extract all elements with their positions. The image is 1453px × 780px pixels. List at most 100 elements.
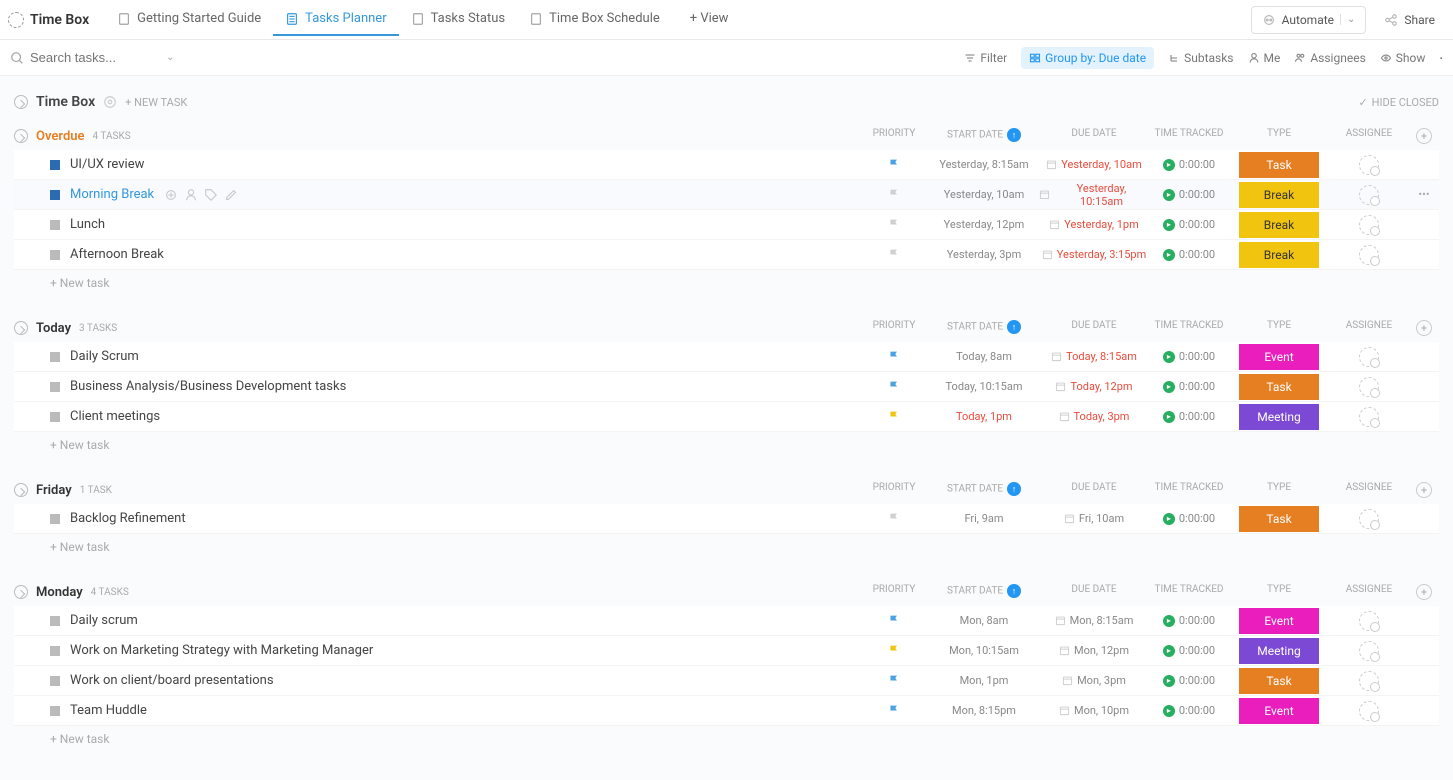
time-cell[interactable]: ▸0:00:00 (1149, 614, 1229, 627)
col-assignee[interactable]: ASSIGNEE (1329, 584, 1409, 600)
due-date-cell[interactable]: Yesterday, 10:15am (1039, 182, 1149, 208)
type-cell[interactable]: Event (1229, 608, 1329, 634)
assignee-placeholder-icon[interactable] (1359, 347, 1379, 367)
col-type[interactable]: TYPE (1229, 584, 1329, 600)
col-start-date[interactable]: START DATE↑ (929, 320, 1039, 336)
due-date-cell[interactable]: Yesterday, 3:15pm (1039, 248, 1149, 261)
flag-icon[interactable] (888, 188, 901, 201)
assignee-cell[interactable] (1329, 245, 1409, 265)
show-button[interactable]: Show (1380, 51, 1426, 65)
time-cell[interactable]: ▸0:00:00 (1149, 218, 1229, 231)
task-name[interactable]: Afternoon Break (70, 247, 164, 262)
task-row[interactable]: Daily Scrum Today, 8am Today, 8:15am ▸0:… (14, 342, 1439, 372)
assignee-cell[interactable] (1329, 407, 1409, 427)
flag-icon[interactable] (888, 380, 901, 393)
priority-cell[interactable] (859, 218, 929, 231)
edit-icon[interactable] (224, 188, 238, 202)
time-cell[interactable]: ▸0:00:00 (1149, 380, 1229, 393)
add-column-button[interactable]: + (1416, 482, 1432, 498)
priority-cell[interactable] (859, 704, 929, 717)
automate-button[interactable]: Automate ⌄ (1251, 6, 1367, 34)
due-date-cell[interactable]: Yesterday, 10am (1039, 158, 1149, 171)
task-row[interactable]: Work on Marketing Strategy with Marketin… (14, 636, 1439, 666)
assign-icon[interactable] (184, 188, 198, 202)
priority-cell[interactable] (859, 158, 929, 171)
flag-icon[interactable] (888, 614, 901, 627)
task-name[interactable]: Team Huddle (70, 703, 147, 718)
status-square[interactable] (50, 382, 60, 392)
task-row[interactable]: Afternoon Break Yesterday, 3pm Yesterday… (14, 240, 1439, 270)
me-button[interactable]: Me (1248, 51, 1281, 65)
type-cell[interactable]: Break (1229, 242, 1329, 268)
status-square[interactable] (50, 646, 60, 656)
col-assignee[interactable]: ASSIGNEE (1329, 482, 1409, 498)
task-row[interactable]: Client meetings Today, 1pm Today, 3pm ▸0… (14, 402, 1439, 432)
play-icon[interactable]: ▸ (1163, 351, 1175, 363)
start-date-cell[interactable]: Yesterday, 12pm (929, 218, 1039, 231)
type-cell[interactable]: Break (1229, 212, 1329, 238)
col-priority[interactable]: PRIORITY (859, 482, 929, 498)
task-row[interactable]: UI/UX review Yesterday, 8:15am Yesterday… (14, 150, 1439, 180)
flag-icon[interactable] (888, 704, 901, 717)
due-date-cell[interactable]: Fri, 10am (1039, 512, 1149, 525)
flag-icon[interactable] (888, 644, 901, 657)
tab-tasks-planner[interactable]: Tasks Planner (273, 3, 398, 36)
play-icon[interactable]: ▸ (1163, 159, 1175, 171)
task-row[interactable]: Daily scrum Mon, 8am Mon, 8:15am ▸0:00:0… (14, 606, 1439, 636)
share-button[interactable]: Share (1374, 7, 1445, 33)
time-cell[interactable]: ▸0:00:00 (1149, 512, 1229, 525)
new-task-row[interactable]: + New task (14, 726, 1439, 752)
type-cell[interactable]: Event (1229, 698, 1329, 724)
collapse-icon[interactable] (14, 129, 28, 143)
status-square[interactable] (50, 616, 60, 626)
col-type[interactable]: TYPE (1229, 320, 1329, 336)
assignee-placeholder-icon[interactable] (1359, 671, 1379, 691)
time-cell[interactable]: ▸0:00:00 (1149, 248, 1229, 261)
tab-getting-started-guide[interactable]: Getting Started Guide (105, 3, 273, 36)
play-icon[interactable]: ▸ (1163, 705, 1175, 717)
assignee-cell[interactable] (1329, 509, 1409, 529)
priority-cell[interactable] (859, 188, 929, 201)
task-name[interactable]: Lunch (70, 217, 105, 232)
task-row[interactable]: Backlog Refinement Fri, 9am Fri, 10am ▸0… (14, 504, 1439, 534)
new-task-row[interactable]: + New task (14, 534, 1439, 560)
start-date-cell[interactable]: Mon, 1pm (929, 674, 1039, 687)
subtasks-button[interactable]: Subtasks (1168, 51, 1233, 65)
start-date-cell[interactable]: Mon, 10:15am (929, 644, 1039, 657)
chevron-down-icon[interactable]: ⌄ (166, 52, 174, 63)
col-priority[interactable]: PRIORITY (859, 320, 929, 336)
type-cell[interactable]: Meeting (1229, 638, 1329, 664)
due-date-cell[interactable]: Today, 8:15am (1039, 350, 1149, 363)
type-cell[interactable]: Task (1229, 506, 1329, 532)
time-cell[interactable]: ▸0:00:00 (1149, 188, 1229, 201)
assignee-cell[interactable] (1329, 701, 1409, 721)
col-start-date[interactable]: START DATE↑ (929, 482, 1039, 498)
col-due-date[interactable]: DUE DATE (1039, 482, 1149, 498)
play-icon[interactable]: ▸ (1163, 219, 1175, 231)
play-icon[interactable]: ▸ (1163, 249, 1175, 261)
priority-cell[interactable] (859, 644, 929, 657)
col-type[interactable]: TYPE (1229, 128, 1329, 144)
task-name[interactable]: Work on Marketing Strategy with Marketin… (70, 643, 373, 658)
tab-tasks-status[interactable]: Tasks Status (399, 3, 518, 36)
time-cell[interactable]: ▸0:00:00 (1149, 158, 1229, 171)
flag-icon[interactable] (888, 158, 901, 171)
time-cell[interactable]: ▸0:00:00 (1149, 674, 1229, 687)
due-date-cell[interactable]: Today, 3pm (1039, 410, 1149, 423)
search-input[interactable] (30, 50, 160, 65)
flag-icon[interactable] (888, 410, 901, 423)
task-name[interactable]: Business Analysis/Business Development t… (70, 379, 346, 394)
due-date-cell[interactable]: Mon, 3pm (1039, 674, 1149, 687)
app-settings-icon[interactable] (8, 12, 24, 28)
task-row[interactable]: Lunch Yesterday, 12pm Yesterday, 1pm ▸0:… (14, 210, 1439, 240)
assignee-placeholder-icon[interactable] (1359, 407, 1379, 427)
collapse-icon[interactable] (14, 321, 28, 335)
status-square[interactable] (50, 160, 60, 170)
status-square[interactable] (50, 412, 60, 422)
task-name[interactable]: Backlog Refinement (70, 511, 186, 526)
priority-cell[interactable] (859, 380, 929, 393)
play-icon[interactable]: ▸ (1163, 381, 1175, 393)
group-name[interactable]: Monday (36, 585, 83, 600)
start-date-cell[interactable]: Today, 1pm (929, 410, 1039, 423)
more-icon[interactable]: ••• (1418, 188, 1429, 201)
